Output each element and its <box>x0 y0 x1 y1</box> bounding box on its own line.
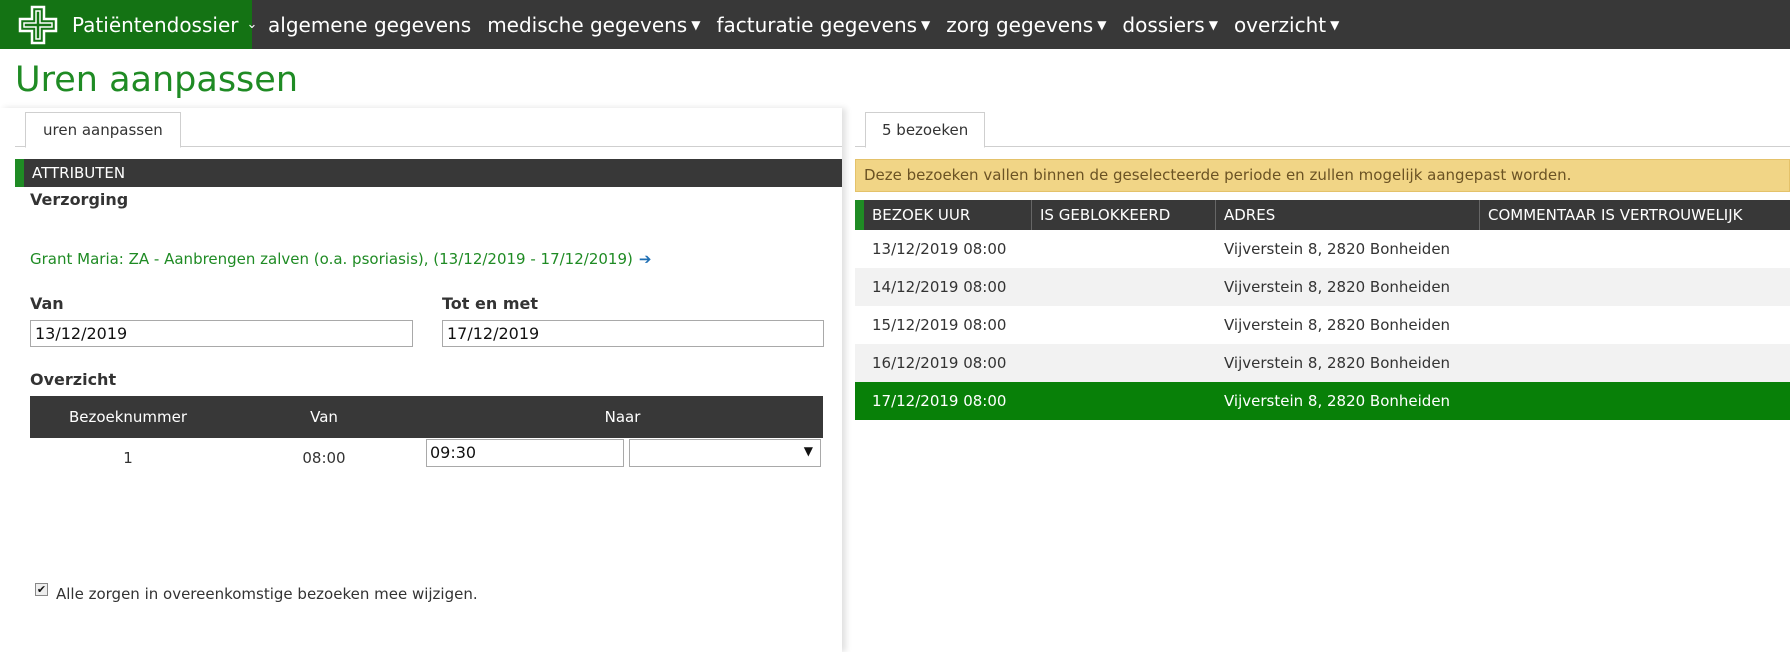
caret-down-icon: ▼ <box>691 17 701 32</box>
bezoeken-table: BEZOEK UUR IS GEBLOKKEERD ADRES COMMENTA… <box>855 200 1790 420</box>
header-is-geblokkeerd[interactable]: IS GEBLOKKEERD <box>1032 200 1216 230</box>
header-commentaar[interactable]: COMMENTAAR IS VERTROUWELIJK <box>1480 200 1790 230</box>
bezoeken-table-header: BEZOEK UUR IS GEBLOKKEERD ADRES COMMENTA… <box>855 200 1790 230</box>
cell-adres: Vijverstein 8, 2820 Bonheiden <box>1224 240 1451 258</box>
brand-label: Patiëntendossier <box>72 12 239 37</box>
header-adres[interactable]: ADRES <box>1216 200 1480 230</box>
arrow-right-icon: ➔ <box>638 250 652 268</box>
mee-wijzigen-option: ✔ Alle zorgen in overeenkomstige bezoeke… <box>35 582 478 603</box>
top-navbar: Patiëntendossier ⌄ algemene gegevens medi… <box>0 0 1790 49</box>
cell-commentaar <box>1480 306 1790 344</box>
cell-geblokkeerd <box>1032 230 1216 268</box>
cell-uur: 14/12/2019 08:00 <box>872 278 1007 296</box>
naar-select[interactable]: ▼ <box>629 439 821 467</box>
left-panel: uren aanpassen ATTRIBUTEN Verzorging Gra… <box>0 108 842 652</box>
nav-item-dossiers[interactable]: dossiers ▼ <box>1122 13 1218 37</box>
nav-item-label: medische gegevens <box>487 12 688 37</box>
caret-down-icon: ▼ <box>1208 17 1218 32</box>
overzicht-label: Overzicht <box>30 370 117 389</box>
cell-commentaar <box>1480 344 1790 382</box>
table-row[interactable]: 16/12/2019 08:00 Vijverstein 8, 2820 Bonh… <box>855 344 1790 382</box>
overzicht-table: Bezoeknummer Van Naar 1 08:00 09:30 ▼ <box>30 396 823 474</box>
medical-cross-logo-icon <box>18 3 58 47</box>
left-tab-strip: uren aanpassen <box>15 108 842 148</box>
cell-commentaar <box>1480 382 1790 420</box>
tot-en-met-date-input[interactable]: 17/12/2019 <box>442 320 824 347</box>
table-row[interactable]: 15/12/2019 08:00 Vijverstein 8, 2820 Bonh… <box>855 306 1790 344</box>
caret-down-icon: ▼ <box>1097 17 1107 32</box>
nav-item-zorg-gegevens[interactable]: zorg gegevens ▼ <box>946 13 1106 37</box>
overzicht-table-header: Bezoeknummer Van Naar <box>30 396 823 438</box>
nav-item-overzicht[interactable]: overzicht ▼ <box>1234 13 1339 37</box>
cell-uur: 16/12/2019 08:00 <box>872 354 1007 372</box>
van-date-input[interactable]: 13/12/2019 <box>30 320 413 347</box>
cell-geblokkeerd <box>1032 382 1216 420</box>
tot-en-met-label: Tot en met <box>442 294 538 313</box>
table-row[interactable]: 17/12/2019 08:00 Vijverstein 8, 2820 Bonh… <box>855 382 1790 420</box>
cell-adres: Vijverstein 8, 2820 Bonheiden <box>1224 278 1451 296</box>
cell-commentaar <box>1480 268 1790 306</box>
right-tab-strip: 5 bezoeken <box>855 108 1790 148</box>
cell-commentaar <box>1480 230 1790 268</box>
dropdown-arrow-icon: ▼ <box>803 444 813 458</box>
cell-van: 08:00 <box>302 449 346 467</box>
header-bezoek-uur[interactable]: BEZOEK UUR <box>864 200 1032 230</box>
verzorging-value: Grant Maria: ZA - Aanbrengen zalven (o.a… <box>30 250 633 268</box>
caret-down-icon: ▼ <box>1330 17 1340 32</box>
header-naar: Naar <box>604 408 641 426</box>
table-row: 1 08:00 09:30 ▼ <box>30 438 823 474</box>
tab-bezoeken[interactable]: 5 bezoeken <box>865 112 986 148</box>
cell-geblokkeerd <box>1032 344 1216 382</box>
table-row[interactable]: 13/12/2019 08:00 Vijverstein 8, 2820 Bonh… <box>855 230 1790 268</box>
cell-adres: Vijverstein 8, 2820 Bonheiden <box>1224 354 1451 372</box>
header-van: Van <box>310 408 338 426</box>
nav-item-label: zorg gegevens <box>946 12 1094 37</box>
cell-adres: Vijverstein 8, 2820 Bonheiden <box>1224 316 1451 334</box>
mee-wijzigen-checkbox[interactable]: ✔ <box>35 582 48 596</box>
table-row[interactable]: 14/12/2019 08:00 Vijverstein 8, 2820 Bonh… <box>855 268 1790 306</box>
section-header-attributen: ATTRIBUTEN <box>15 159 842 187</box>
nav-item-label: facturatie gegevens <box>716 12 918 37</box>
nav-item-medische-gegevens[interactable]: medische gegevens ▼ <box>487 13 700 37</box>
page-title: Uren aanpassen <box>15 60 299 100</box>
cell-uur: 13/12/2019 08:00 <box>872 240 1007 258</box>
nav-item-label: dossiers <box>1122 12 1205 37</box>
tab-uren-aanpassen[interactable]: uren aanpassen <box>25 112 181 148</box>
mee-wijzigen-label: Alle zorgen in overeenkomstige bezoeken … <box>56 585 478 603</box>
cell-geblokkeerd <box>1032 268 1216 306</box>
caret-down-icon: ▼ <box>921 17 931 32</box>
nav-item-label: algemene gegevens <box>268 12 472 37</box>
cell-adres: Vijverstein 8, 2820 Bonheiden <box>1224 392 1451 410</box>
cell-bezoeknummer: 1 <box>123 449 133 467</box>
nav-item-algemene-gegevens[interactable]: algemene gegevens <box>268 13 471 37</box>
nav-item-label: overzicht <box>1233 12 1327 37</box>
naar-time-input[interactable]: 09:30 <box>426 439 624 467</box>
nav-item-facturatie-gegevens[interactable]: facturatie gegevens ▼ <box>716 13 930 37</box>
van-label: Van <box>30 294 64 313</box>
right-panel: 5 bezoeken Deze bezoeken vallen binnen d… <box>855 108 1790 652</box>
chevron-down-icon: ⌄ <box>246 17 258 32</box>
cell-uur: 17/12/2019 08:00 <box>872 392 1007 410</box>
verzorging-label: Verzorging <box>30 190 129 209</box>
cell-uur: 15/12/2019 08:00 <box>872 316 1007 334</box>
verzorging-link[interactable]: Grant Maria: ZA - Aanbrengen zalven (o.a… <box>30 250 651 268</box>
cell-geblokkeerd <box>1032 306 1216 344</box>
header-bezoeknummer: Bezoeknummer <box>68 408 188 426</box>
brand-menu[interactable]: Patiëntendossier ⌄ <box>0 0 257 49</box>
warning-alert: Deze bezoeken vallen binnen de geselecte… <box>855 159 1790 192</box>
